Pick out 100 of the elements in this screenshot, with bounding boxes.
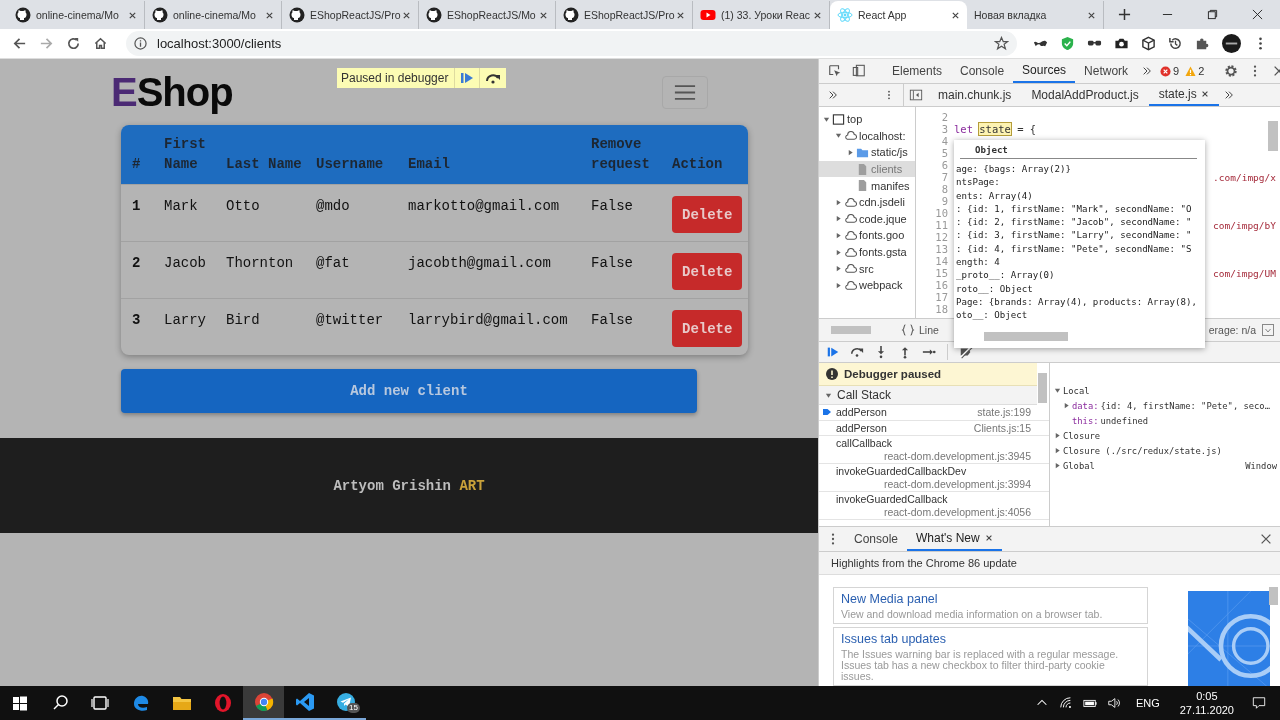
logo[interactable]: EShop <box>111 69 233 115</box>
history-icon[interactable] <box>1168 36 1183 51</box>
drawer-toggle-icon[interactable] <box>1261 323 1275 337</box>
object-property[interactable]: ength: 4 <box>954 256 1205 270</box>
file-tree-item[interactable]: code.jque <box>819 210 915 228</box>
scope-name[interactable]: Closure <box>1063 430 1101 441</box>
home-icon[interactable] <box>93 36 108 51</box>
object-property[interactable]: _proto__: Array(0) <box>954 269 1205 283</box>
menu-button[interactable] <box>662 75 708 109</box>
scrollbar[interactable] <box>831 326 871 334</box>
object-property[interactable]: roto__: Object <box>954 282 1205 296</box>
close-icon[interactable] <box>402 10 411 20</box>
back-icon[interactable] <box>12 36 27 51</box>
feature-card[interactable]: New Media panel View and download media information on a browser tab. <box>833 587 1148 624</box>
file-tab[interactable]: main.chunk.js <box>928 84 1022 106</box>
avatar-icon[interactable] <box>1222 34 1241 53</box>
format-icon[interactable] <box>901 323 915 337</box>
step-over-icon[interactable] <box>850 345 864 359</box>
disclosure-triangle-icon[interactable] <box>1054 432 1061 439</box>
cube-icon[interactable] <box>1141 36 1156 51</box>
scrollbar[interactable] <box>1268 121 1278 151</box>
object-property[interactable]: : {id: 3, firstName: "Larry", secondName: " <box>954 229 1205 243</box>
more-tabs-icon[interactable] <box>1142 66 1153 76</box>
sidebar-toggle-icon[interactable] <box>909 88 923 102</box>
object-property[interactable]: : {id: 1, firstName: "Mark", secondName: "O <box>954 202 1205 217</box>
taskbar-app[interactable] <box>243 686 284 720</box>
disclosure-triangle-icon[interactable] <box>847 149 854 156</box>
close-icon[interactable] <box>813 10 822 20</box>
file-tree-item[interactable]: top <box>819 111 915 128</box>
devtools-tab[interactable]: Network <box>1075 59 1138 83</box>
inspect-icon[interactable] <box>828 64 842 78</box>
disclosure-triangle-icon[interactable] <box>1054 462 1061 469</box>
scrollbar[interactable] <box>1038 373 1047 403</box>
close-icon[interactable] <box>1252 9 1263 20</box>
disclosure-triangle-icon[interactable] <box>1054 447 1061 454</box>
settings-icon[interactable] <box>1224 64 1239 78</box>
volume-icon[interactable] <box>1106 696 1121 710</box>
maximize-icon[interactable] <box>1207 9 1218 20</box>
reload-icon[interactable] <box>66 36 81 51</box>
disclosure-triangle-icon[interactable] <box>835 248 842 256</box>
drawer-tab[interactable]: Console <box>845 527 908 551</box>
source-location[interactable]: state.js:199 <box>977 406 1031 419</box>
browser-tab[interactable]: React App <box>830 1 967 29</box>
close-icon[interactable] <box>951 10 960 20</box>
call-stack-header[interactable]: Call Stack <box>819 386 1037 405</box>
disclosure-triangle-icon[interactable] <box>823 115 830 123</box>
close-icon[interactable] <box>1200 90 1209 98</box>
file-tab[interactable]: ModalAddProduct.js <box>1021 84 1149 106</box>
object-property[interactable]: age: {bags: Array(2)} <box>954 163 1205 177</box>
file-tree-item[interactable]: static/js <box>819 144 915 161</box>
disclosure-triangle-icon[interactable] <box>835 198 842 206</box>
object-property[interactable]: : {id: 2, firstName: "Jacob", secondName: " <box>954 216 1205 230</box>
source-location[interactable]: react-dom.development.js:3994 <box>823 477 1031 490</box>
close-icon[interactable] <box>1259 532 1273 546</box>
resume-icon[interactable] <box>826 345 840 359</box>
scope-name[interactable]: data: <box>1072 400 1099 411</box>
warning-count[interactable]: 2 <box>1185 65 1205 77</box>
file-tab[interactable]: state.js <box>1148 84 1219 106</box>
source-location[interactable]: Clients.js:15 <box>973 421 1031 434</box>
object-property[interactable]: oto__: Object <box>954 309 1205 323</box>
file-tree-item[interactable]: fonts.gsta <box>819 243 915 261</box>
more-tabs-icon[interactable] <box>1223 90 1234 100</box>
taskbar-app[interactable]: 15 <box>325 686 366 720</box>
card-title[interactable]: Issues tab updates <box>841 632 1140 646</box>
scope-name[interactable]: Closure (./src/redux/state.js) <box>1063 445 1222 456</box>
disclosure-triangle-icon[interactable] <box>835 132 842 140</box>
more-icon[interactable] <box>828 90 838 100</box>
object-property[interactable]: Page: {brands: Array(4), products: Array(8), <box>954 295 1205 310</box>
call-frame[interactable]: callCallback react-dom.development.js:3945 <box>819 436 1049 464</box>
language-indicator[interactable]: ENG <box>1135 697 1160 709</box>
disclosure-triangle-icon[interactable] <box>1063 402 1070 409</box>
delete-button[interactable]: Delete <box>672 253 743 290</box>
card-title[interactable]: New Media panel <box>841 592 1140 606</box>
new-tab-icon[interactable] <box>1118 8 1131 21</box>
puzzle-icon[interactable] <box>1195 36 1210 51</box>
file-tree-item[interactable]: src <box>819 260 915 277</box>
close-icon[interactable] <box>265 10 274 20</box>
object-property[interactable]: : {id: 4, firstName: "Pete", secondName: "S <box>954 242 1205 257</box>
file-tree-item[interactable]: fonts.goo <box>819 227 915 244</box>
object-property[interactable]: ents: Array(4) <box>954 189 1205 203</box>
source-location[interactable]: react-dom.development.js:4056 <box>823 505 1031 518</box>
scope-name[interactable]: Global <box>1063 460 1095 471</box>
source-location[interactable]: react-dom.development.js:3945 <box>823 449 1031 462</box>
wifi-icon[interactable] <box>1058 696 1073 710</box>
error-count[interactable]: 9 <box>1160 65 1180 77</box>
devtools-tab[interactable]: Elements <box>883 59 952 83</box>
object-property[interactable]: ntsPage: <box>954 176 1205 190</box>
disclosure-triangle-icon[interactable] <box>1054 387 1061 394</box>
disclosure-triangle-icon[interactable] <box>825 391 832 399</box>
star-icon[interactable] <box>994 36 1009 51</box>
file-tree-item[interactable]: cdn.jsdeli <box>819 193 915 211</box>
scope-name[interactable]: this: <box>1072 415 1099 426</box>
file-tree-item[interactable]: webpack <box>819 276 915 294</box>
scope-name[interactable]: Local <box>1063 385 1090 396</box>
scrollbar[interactable] <box>1269 587 1278 605</box>
close-icon[interactable] <box>676 10 685 20</box>
feature-card[interactable]: Issues tab updates The Issues warning bar is replaced with a regular message. Issues tab has a new checkbox to filter third-party cookie issues. <box>833 627 1148 686</box>
call-frame[interactable]: invokeGuardedCallback react-dom.development.js:4056 <box>819 492 1049 520</box>
camera-icon[interactable] <box>1114 36 1129 51</box>
close-icon[interactable] <box>128 10 137 20</box>
